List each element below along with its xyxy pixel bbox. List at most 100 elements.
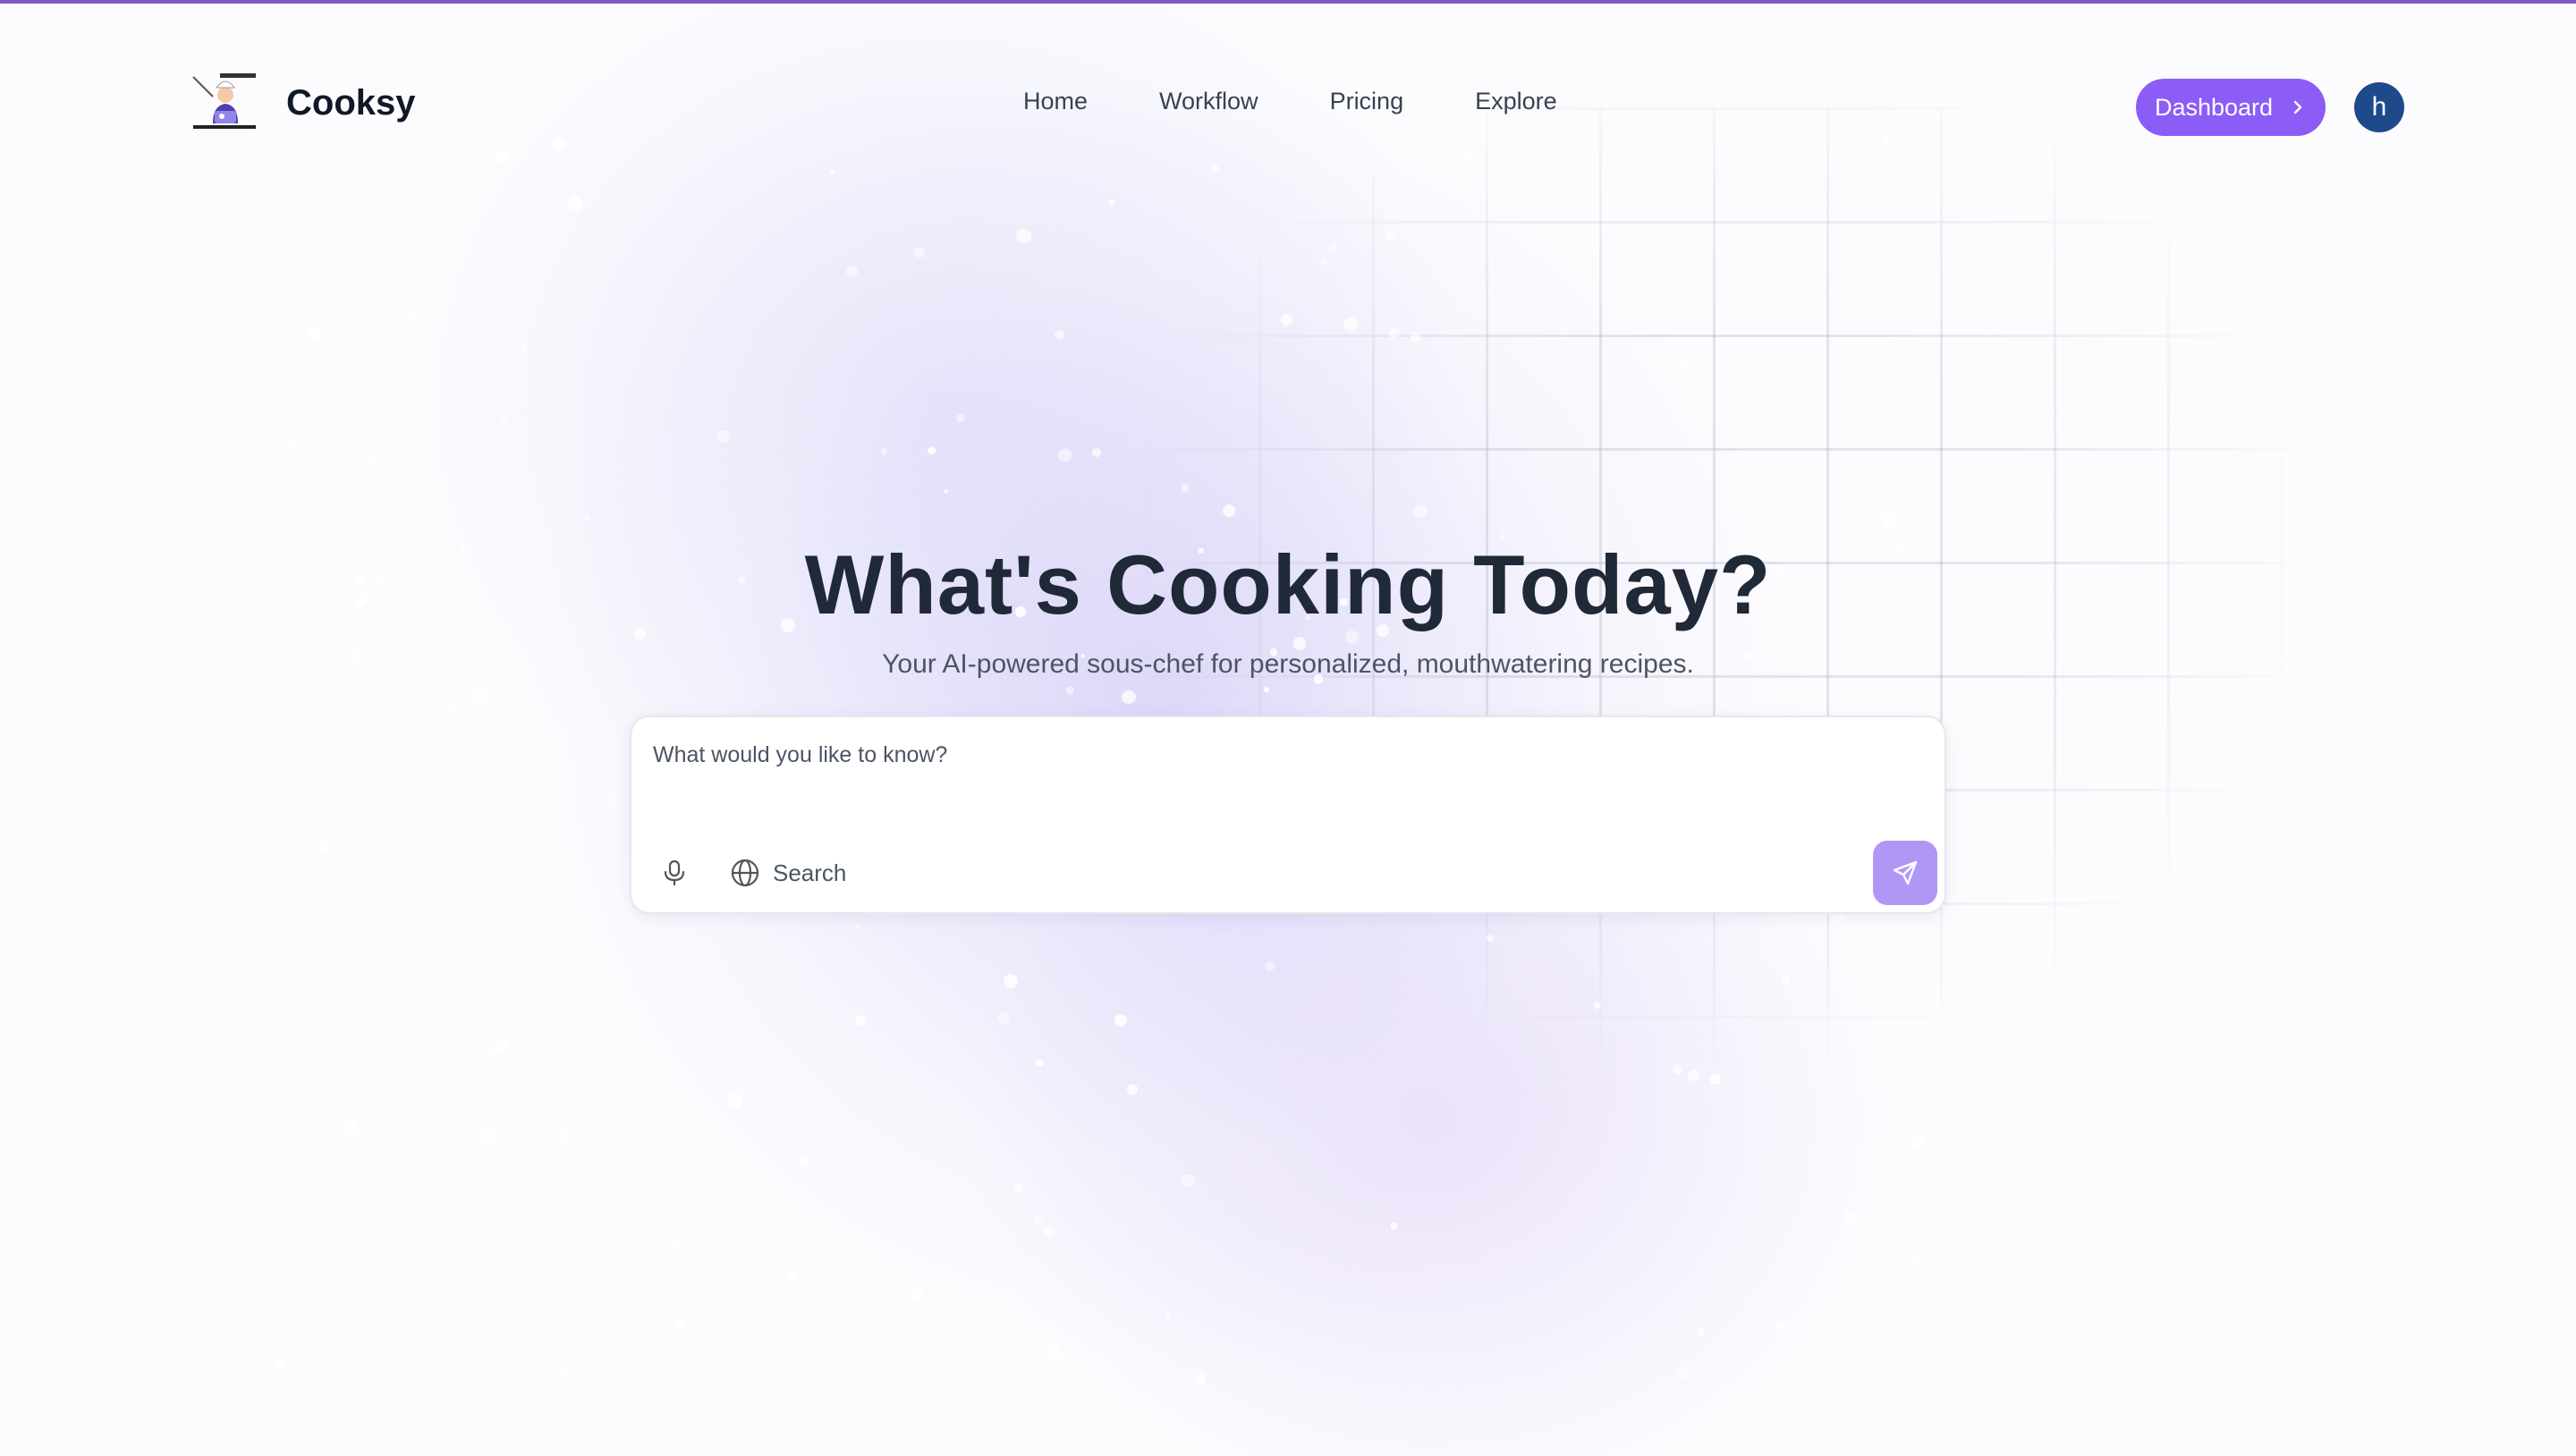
sparkle-dot bbox=[1782, 975, 1791, 985]
globe-icon bbox=[731, 859, 759, 887]
sparkle-dot bbox=[721, 1332, 726, 1337]
sparkle-dot bbox=[342, 1120, 357, 1136]
header: Cooksy Home Workflow Pricing Explore Das… bbox=[0, 0, 2576, 215]
sparkle-dot bbox=[580, 957, 589, 965]
sparkle-dot bbox=[880, 447, 888, 455]
sparkle-dot bbox=[387, 336, 394, 343]
sparkle-dot bbox=[1612, 305, 1619, 312]
sparkle-dot bbox=[1913, 1252, 1921, 1260]
sparkle-dot bbox=[585, 514, 590, 520]
sparkle-dot bbox=[799, 1156, 809, 1167]
dashboard-button[interactable]: Dashboard bbox=[2136, 79, 2326, 136]
page-subtitle: Your AI-powered sous-chef for personaliz… bbox=[882, 649, 1694, 679]
sparkle-dot bbox=[1194, 1373, 1207, 1385]
sparkle-dot bbox=[1672, 1064, 1682, 1075]
sparkle-dot bbox=[473, 690, 488, 706]
sparkle-dot bbox=[787, 1270, 799, 1282]
chevron-right-icon bbox=[2293, 100, 2302, 114]
sparkle-dot bbox=[557, 1367, 568, 1378]
sparkle-dot bbox=[1410, 332, 1421, 343]
sparkle-dot bbox=[1413, 504, 1428, 518]
sparkle-dot bbox=[910, 1289, 923, 1302]
sparkle-dot bbox=[1321, 258, 1327, 265]
sparkle-dot bbox=[1122, 690, 1136, 705]
sparkle-dot bbox=[1843, 1211, 1856, 1224]
sparkle-dot bbox=[1222, 504, 1236, 518]
sparkle-dot bbox=[1013, 1183, 1024, 1194]
sparkle-dot bbox=[1280, 313, 1292, 326]
sparkle-dot bbox=[407, 314, 413, 321]
sparkle-dot bbox=[301, 521, 312, 534]
microphone-icon bbox=[664, 859, 685, 886]
nav-item-workflow[interactable]: Workflow bbox=[1159, 88, 1258, 115]
page: Cooksy Home Workflow Pricing Explore Das… bbox=[0, 0, 2576, 1456]
sparkle-dot bbox=[1035, 1059, 1044, 1068]
nav-item-home[interactable]: Home bbox=[1023, 88, 1088, 115]
sparkle-dot bbox=[914, 247, 925, 258]
sparkle-dot bbox=[1343, 317, 1358, 332]
main-nav: Home Workflow Pricing Explore bbox=[1023, 88, 1629, 115]
dashboard-button-label: Dashboard bbox=[2154, 93, 2274, 121]
sparkle-dot bbox=[727, 1094, 741, 1108]
sparkle-dot bbox=[309, 327, 322, 340]
sparkle-dot bbox=[956, 413, 965, 423]
sparkle-dot bbox=[1910, 1134, 1925, 1149]
avatar[interactable]: h bbox=[2354, 82, 2404, 132]
sparkle-dot bbox=[1487, 934, 1495, 943]
sparkle-dot bbox=[996, 1012, 1010, 1025]
prompt-input[interactable] bbox=[653, 742, 1905, 814]
sparkle-dot bbox=[1126, 1083, 1138, 1095]
sparkle-dot bbox=[521, 343, 529, 351]
sparkle-dot bbox=[1881, 514, 1896, 529]
sparkle-dot bbox=[268, 744, 278, 754]
sparkle-dot bbox=[1046, 1344, 1062, 1359]
microphone-button[interactable] bbox=[655, 853, 694, 893]
sparkle-dot bbox=[1387, 326, 1400, 339]
sparkle-dot bbox=[1180, 483, 1190, 492]
sparkle-dot bbox=[399, 1237, 405, 1243]
sparkle-dot bbox=[1181, 1174, 1195, 1189]
nav-item-explore[interactable]: Explore bbox=[1475, 88, 1557, 115]
sparkle-dot bbox=[1092, 447, 1101, 457]
web-search-toggle[interactable]: Search bbox=[730, 853, 846, 893]
sparkle-dot bbox=[1032, 1215, 1043, 1225]
sparkle-dot bbox=[768, 1384, 774, 1390]
brand-name: Cooksy bbox=[286, 82, 416, 123]
sparkle-dot bbox=[1292, 637, 1306, 650]
sparkle-dot bbox=[1065, 686, 1075, 695]
sparkle-dot bbox=[1709, 1074, 1721, 1086]
sparkle-dot bbox=[1594, 1002, 1601, 1009]
sparkle-dot bbox=[444, 701, 457, 715]
sparkle-dot bbox=[1775, 1321, 1784, 1330]
sparkle-dot bbox=[499, 414, 509, 424]
sparkle-dot bbox=[1265, 961, 1275, 972]
sparkle-dot bbox=[1679, 357, 1688, 366]
sparkle-dot bbox=[1385, 230, 1396, 241]
brand[interactable]: Cooksy bbox=[190, 72, 416, 134]
send-icon bbox=[1893, 860, 1918, 885]
avatar-initial: h bbox=[2371, 92, 2387, 122]
sparkle-dot bbox=[1055, 330, 1064, 340]
sparkle-dot bbox=[318, 840, 331, 852]
sparkle-dot bbox=[1165, 1315, 1172, 1321]
sparkle-dot bbox=[364, 455, 375, 466]
nav-item-pricing[interactable]: Pricing bbox=[1330, 88, 1404, 115]
sparkle-dot bbox=[928, 446, 936, 455]
sparkle-dot bbox=[1676, 1367, 1690, 1380]
prompt-composer: Search bbox=[630, 715, 1946, 914]
sparkle-dot bbox=[944, 489, 949, 495]
sparkle-dot bbox=[1003, 973, 1019, 989]
sparkle-dot bbox=[1390, 1223, 1398, 1231]
page-title: What's Cooking Today? bbox=[804, 538, 1772, 631]
sparkle-dot bbox=[291, 441, 297, 447]
sparkle-dot bbox=[1058, 448, 1072, 462]
sparkle-dot bbox=[845, 265, 859, 277]
sparkle-dot bbox=[1328, 241, 1338, 251]
chef-cooking-icon bbox=[192, 73, 256, 129]
sparkle-dot bbox=[1696, 1328, 1706, 1338]
sparkle-dot bbox=[1263, 686, 1270, 692]
sparkle-dot bbox=[1687, 1070, 1700, 1082]
sparkle-dot bbox=[1016, 228, 1032, 244]
send-button[interactable] bbox=[1873, 841, 1937, 905]
sparkle-dot bbox=[716, 430, 730, 444]
